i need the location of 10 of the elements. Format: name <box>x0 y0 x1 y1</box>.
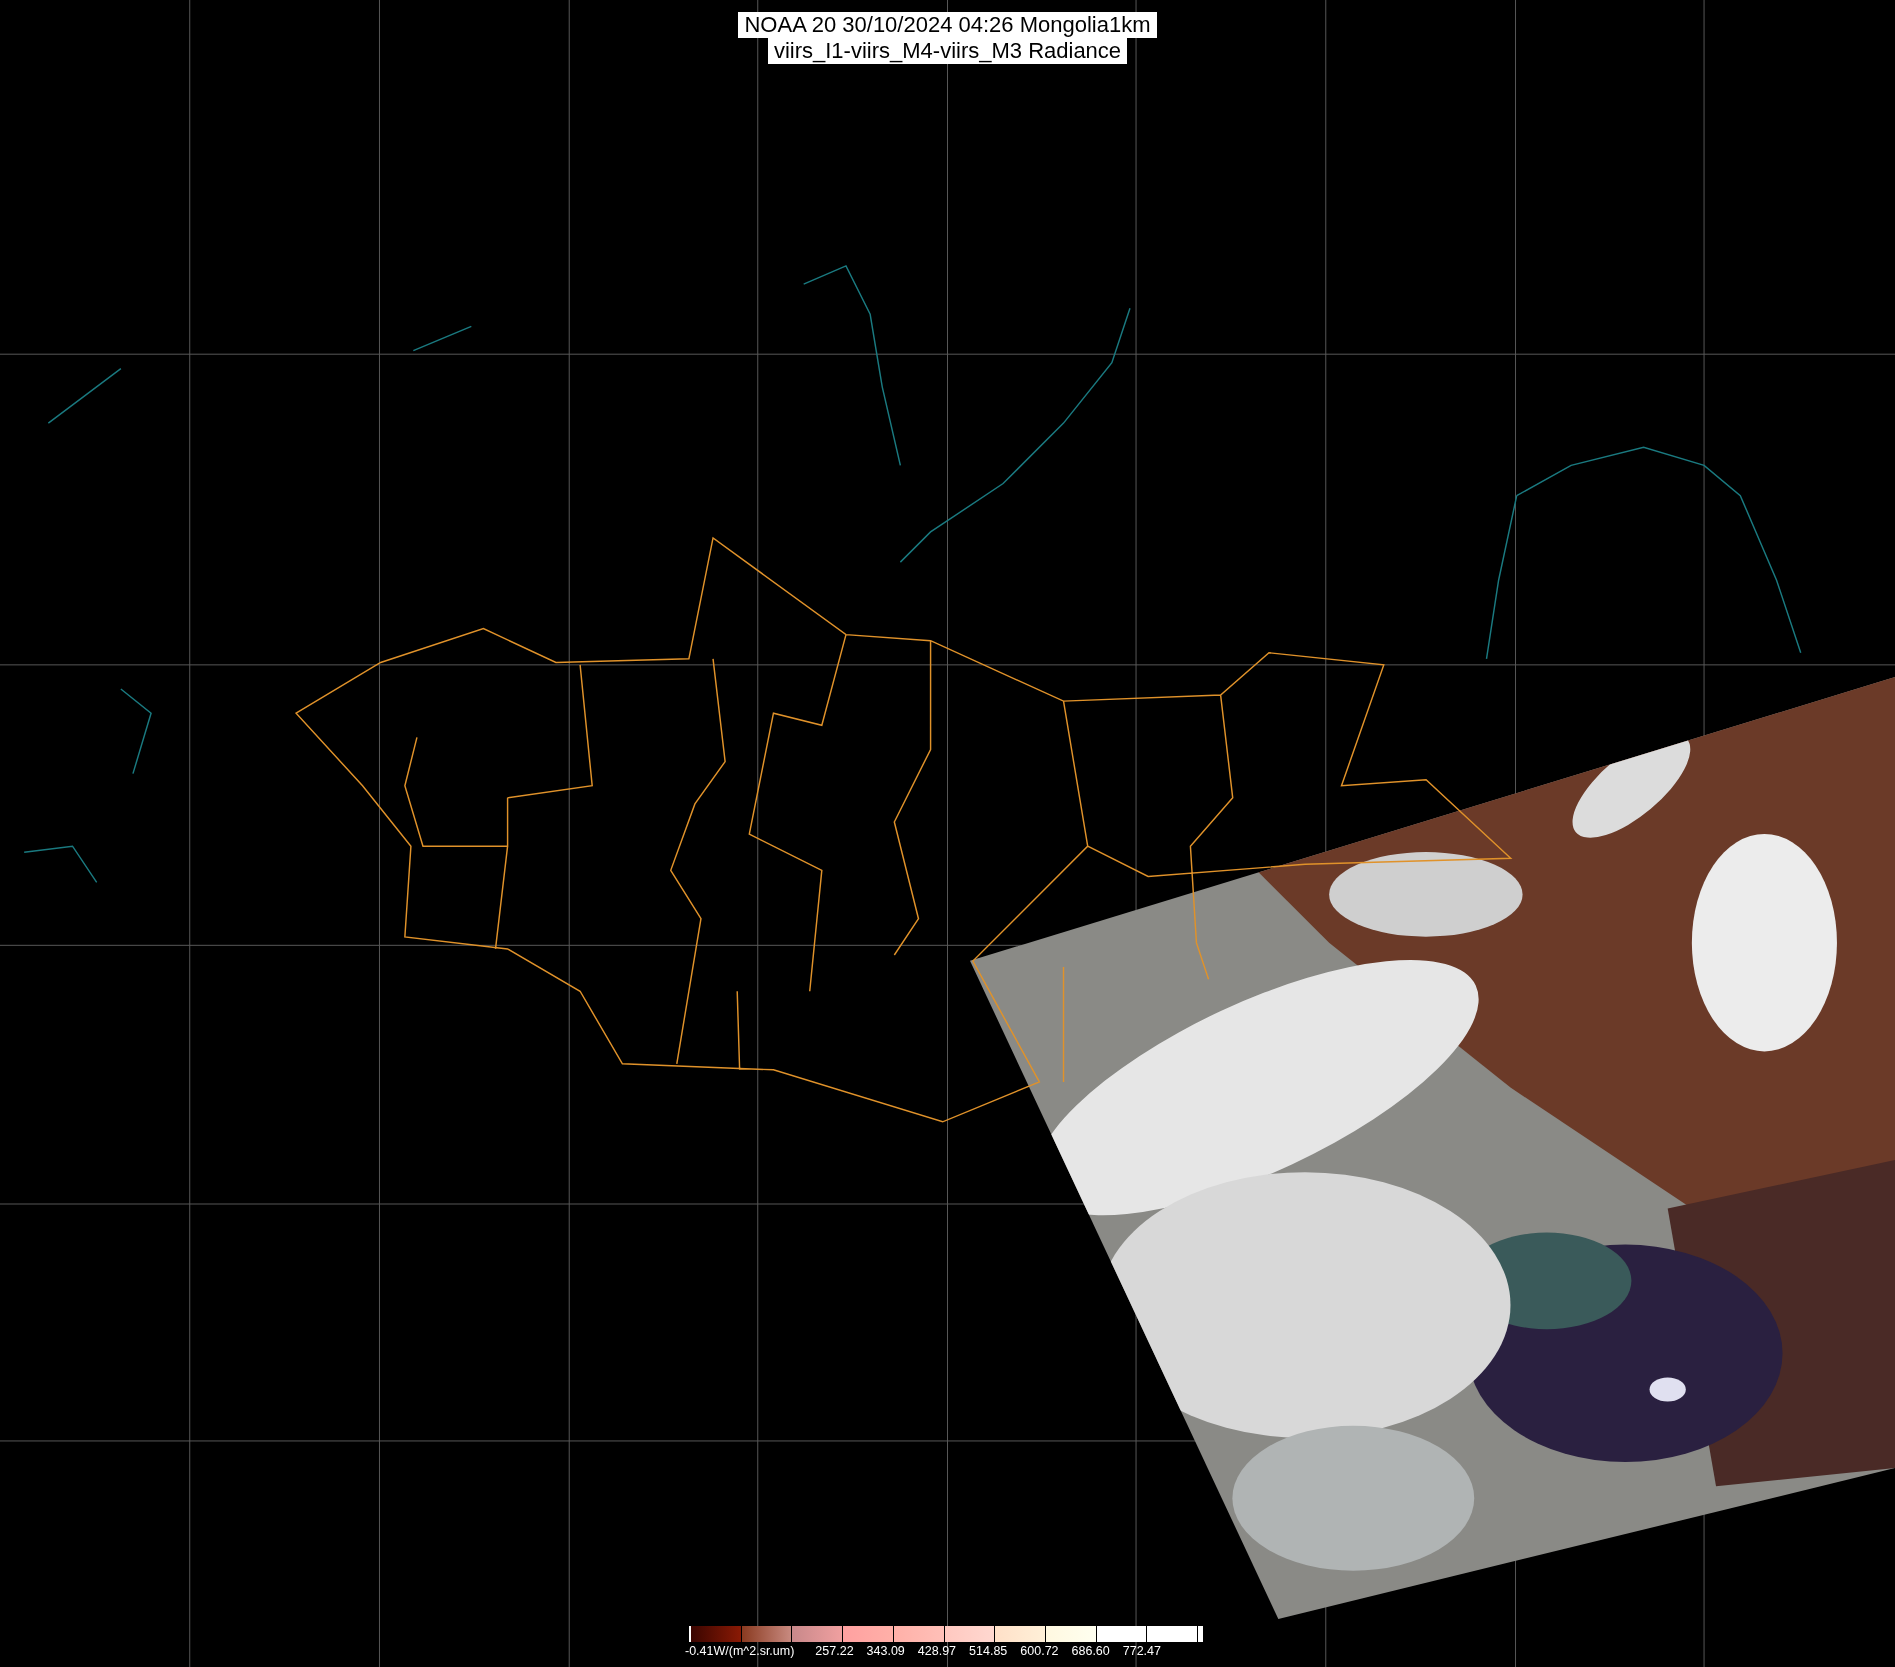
scale-label: -0.41W/(m^2.sr.um) <box>685 1644 795 1658</box>
map-title: NOAA 20 30/10/2024 04:26 Mongolia1km <box>738 12 1157 38</box>
scale-label: 600.72 <box>1020 1644 1059 1658</box>
scale-label: 686.60 <box>1071 1644 1110 1658</box>
scale-label: 257.22 <box>815 1644 854 1658</box>
scale-label: 772.47 <box>1122 1644 1161 1658</box>
map-title: viirs_I1-viirs_M4-viirs_M3 Radiance <box>767 38 1128 64</box>
scale-label: 514.85 <box>969 1644 1008 1658</box>
scale-label: 343.09 <box>866 1644 905 1658</box>
scale-label: 428.97 <box>917 1644 957 1658</box>
